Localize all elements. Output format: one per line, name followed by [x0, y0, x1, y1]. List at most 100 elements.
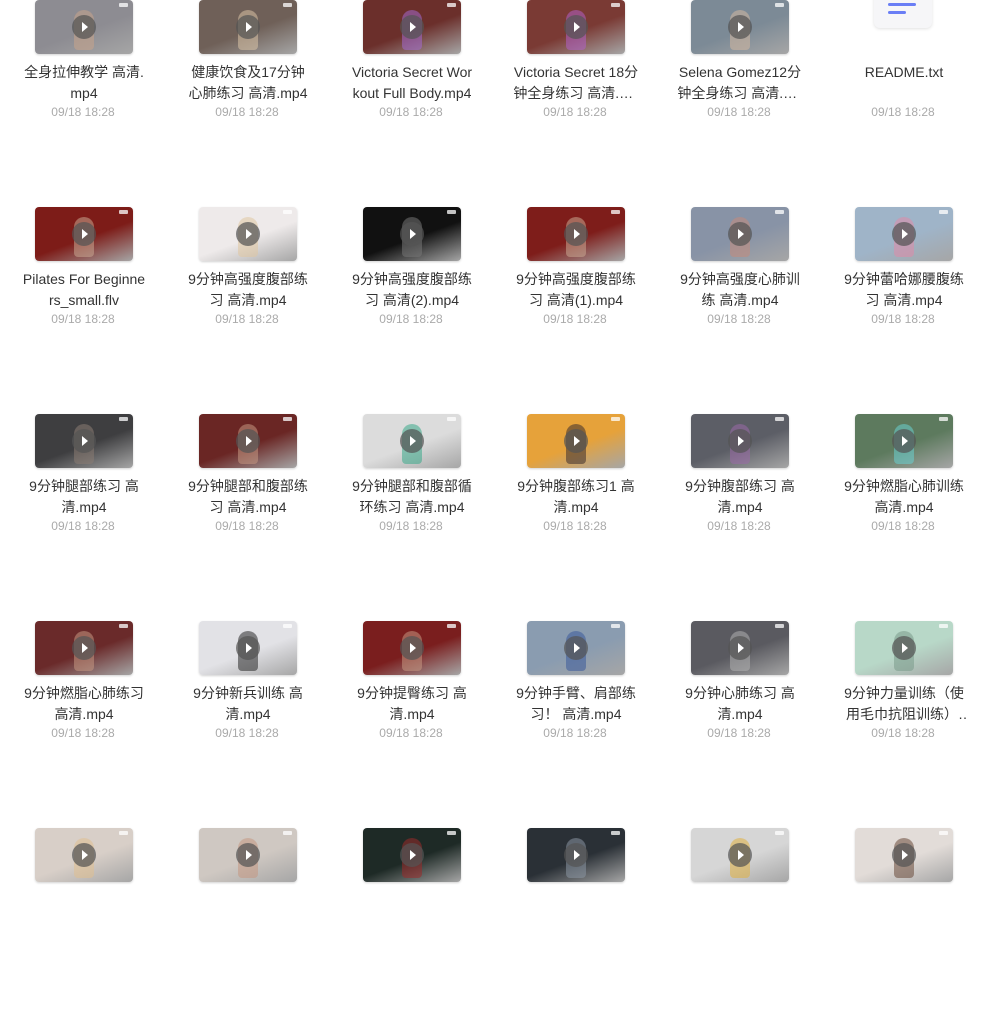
- file-item[interactable]: [493, 802, 657, 1002]
- file-item[interactable]: 9分钟腿部练习 高清.mp4 09/18 18:28: [1, 388, 165, 588]
- file-row: [0, 802, 986, 1009]
- play-icon[interactable]: [564, 636, 588, 660]
- video-thumbnail[interactable]: [691, 207, 789, 261]
- play-icon[interactable]: [400, 843, 424, 867]
- video-thumbnail[interactable]: [527, 414, 625, 468]
- play-icon[interactable]: [564, 15, 588, 39]
- file-name: README.txt: [864, 64, 944, 80]
- file-item[interactable]: 9分钟高强度腹部练习 高清(1).mp4 09/18 18:28: [493, 181, 657, 381]
- play-icon[interactable]: [400, 636, 424, 660]
- file-time: 09/18 18:28: [215, 519, 279, 533]
- play-icon[interactable]: [892, 636, 916, 660]
- file-item[interactable]: 9分钟提臀练习 高清.mp4 09/18 18:28: [329, 595, 493, 795]
- play-icon[interactable]: [236, 222, 260, 246]
- file-item[interactable]: 9分钟腹部练习 高清.mp4 09/18 18:28: [657, 388, 821, 588]
- video-thumbnail[interactable]: [527, 828, 625, 882]
- file-name: 9分钟燃脂心肺练习 高清.mp4: [24, 685, 144, 722]
- video-thumbnail[interactable]: [199, 0, 297, 54]
- file-name: 9分钟蕾哈娜腰腹练习 高清.mp4: [844, 271, 964, 308]
- play-icon[interactable]: [564, 429, 588, 453]
- file-item[interactable]: 9分钟手臂、肩部练习！ 高清.mp4 09/18 18:28: [493, 595, 657, 795]
- play-icon[interactable]: [564, 843, 588, 867]
- play-icon[interactable]: [72, 15, 96, 39]
- video-thumbnail[interactable]: [527, 0, 625, 54]
- video-thumbnail[interactable]: [35, 828, 133, 882]
- file-item[interactable]: [657, 802, 821, 1002]
- file-item[interactable]: [165, 802, 329, 1002]
- play-icon[interactable]: [892, 429, 916, 453]
- video-thumbnail[interactable]: [363, 207, 461, 261]
- play-icon[interactable]: [728, 636, 752, 660]
- play-icon[interactable]: [236, 636, 260, 660]
- file-item[interactable]: 9分钟高强度心肺训练 高清.mp4 09/18 18:28: [657, 181, 821, 381]
- play-icon[interactable]: [400, 222, 424, 246]
- video-thumbnail[interactable]: [855, 828, 953, 882]
- video-thumbnail[interactable]: [691, 621, 789, 675]
- file-item[interactable]: 9分钟腹部练习1 高清.mp4 09/18 18:28: [493, 388, 657, 588]
- file-item[interactable]: Pilates For Beginners_small.flv 09/18 18:…: [1, 181, 165, 381]
- video-thumbnail[interactable]: [363, 621, 461, 675]
- file-item[interactable]: 9分钟力量训练（使用毛巾抗阻训练）.mp4 09/18 18:28: [821, 595, 985, 795]
- file-item[interactable]: Selena Gomez12分钟全身练习 高清.mp4 09/18 18:28: [657, 0, 821, 174]
- file-item[interactable]: Victoria Secret 18分钟全身练习 高清.mp4 09/18 18:…: [493, 0, 657, 174]
- video-thumbnail[interactable]: [199, 414, 297, 468]
- video-thumbnail[interactable]: [363, 0, 461, 54]
- file-time: 09/18 18:28: [543, 726, 607, 740]
- file-item[interactable]: 9分钟燃脂心肺训练 高清.mp4 09/18 18:28: [821, 388, 985, 588]
- video-thumbnail[interactable]: [527, 621, 625, 675]
- play-icon[interactable]: [892, 843, 916, 867]
- video-thumbnail[interactable]: [35, 621, 133, 675]
- file-item[interactable]: 健康饮食及17分钟心肺练习 高清.mp4 09/18 18:28: [165, 0, 329, 174]
- play-icon[interactable]: [728, 15, 752, 39]
- file-item[interactable]: 9分钟腿部和腹部练习 高清.mp4 09/18 18:28: [165, 388, 329, 588]
- play-icon[interactable]: [72, 636, 96, 660]
- video-thumbnail[interactable]: [35, 207, 133, 261]
- file-name: 9分钟腿部和腹部练习 高清.mp4: [188, 478, 308, 515]
- play-icon[interactable]: [728, 429, 752, 453]
- video-thumbnail[interactable]: [35, 0, 133, 54]
- file-item[interactable]: Victoria Secret Workout Full Body.mp4 09/…: [329, 0, 493, 174]
- video-thumbnail[interactable]: [199, 621, 297, 675]
- play-icon[interactable]: [400, 429, 424, 453]
- video-thumbnail[interactable]: [527, 207, 625, 261]
- play-icon[interactable]: [400, 15, 424, 39]
- file-name: 9分钟高强度心肺训练 高清.mp4: [680, 271, 800, 308]
- file-item[interactable]: 9分钟高强度腹部练习 高清.mp4 09/18 18:28: [165, 181, 329, 381]
- file-row: 全身拉伸教学 高清.mp4 09/18 18:28 健康饮食及17分钟心肺练习 高清…: [0, 0, 986, 181]
- file-item[interactable]: [329, 802, 493, 1002]
- file-item[interactable]: [1, 802, 165, 1002]
- video-thumbnail[interactable]: [363, 828, 461, 882]
- video-thumbnail[interactable]: [199, 207, 297, 261]
- play-icon[interactable]: [236, 429, 260, 453]
- file-item[interactable]: README.txt 09/18 18:28: [821, 0, 985, 174]
- file-item[interactable]: 9分钟蕾哈娜腰腹练习 高清.mp4 09/18 18:28: [821, 181, 985, 381]
- video-thumbnail[interactable]: [35, 414, 133, 468]
- file-row: Pilates For Beginners_small.flv 09/18 18:…: [0, 181, 986, 388]
- file-name: 9分钟力量训练（使用毛巾抗阻训练）.mp4: [844, 685, 964, 722]
- play-icon[interactable]: [72, 843, 96, 867]
- play-icon[interactable]: [728, 222, 752, 246]
- file-item[interactable]: 9分钟高强度腹部练习 高清(2).mp4 09/18 18:28: [329, 181, 493, 381]
- play-icon[interactable]: [728, 843, 752, 867]
- video-thumbnail[interactable]: [199, 828, 297, 882]
- play-icon[interactable]: [72, 429, 96, 453]
- video-thumbnail[interactable]: [855, 207, 953, 261]
- play-icon[interactable]: [236, 843, 260, 867]
- file-name: 9分钟高强度腹部练习 高清(1).mp4: [516, 271, 636, 308]
- play-icon[interactable]: [564, 222, 588, 246]
- file-item[interactable]: [821, 802, 985, 1002]
- play-icon[interactable]: [236, 15, 260, 39]
- file-item[interactable]: 9分钟腿部和腹部循环练习 高清.mp4 09/18 18:28: [329, 388, 493, 588]
- file-item[interactable]: 9分钟新兵训练 高清.mp4 09/18 18:28: [165, 595, 329, 795]
- video-thumbnail[interactable]: [855, 414, 953, 468]
- play-icon[interactable]: [72, 222, 96, 246]
- file-item[interactable]: 全身拉伸教学 高清.mp4 09/18 18:28: [1, 0, 165, 174]
- file-item[interactable]: 9分钟燃脂心肺练习 高清.mp4 09/18 18:28: [1, 595, 165, 795]
- video-thumbnail[interactable]: [691, 828, 789, 882]
- video-thumbnail[interactable]: [363, 414, 461, 468]
- play-icon[interactable]: [892, 222, 916, 246]
- file-item[interactable]: 9分钟心肺练习 高清.mp4 09/18 18:28: [657, 595, 821, 795]
- video-thumbnail[interactable]: [691, 414, 789, 468]
- video-thumbnail[interactable]: [855, 621, 953, 675]
- video-thumbnail[interactable]: [691, 0, 789, 54]
